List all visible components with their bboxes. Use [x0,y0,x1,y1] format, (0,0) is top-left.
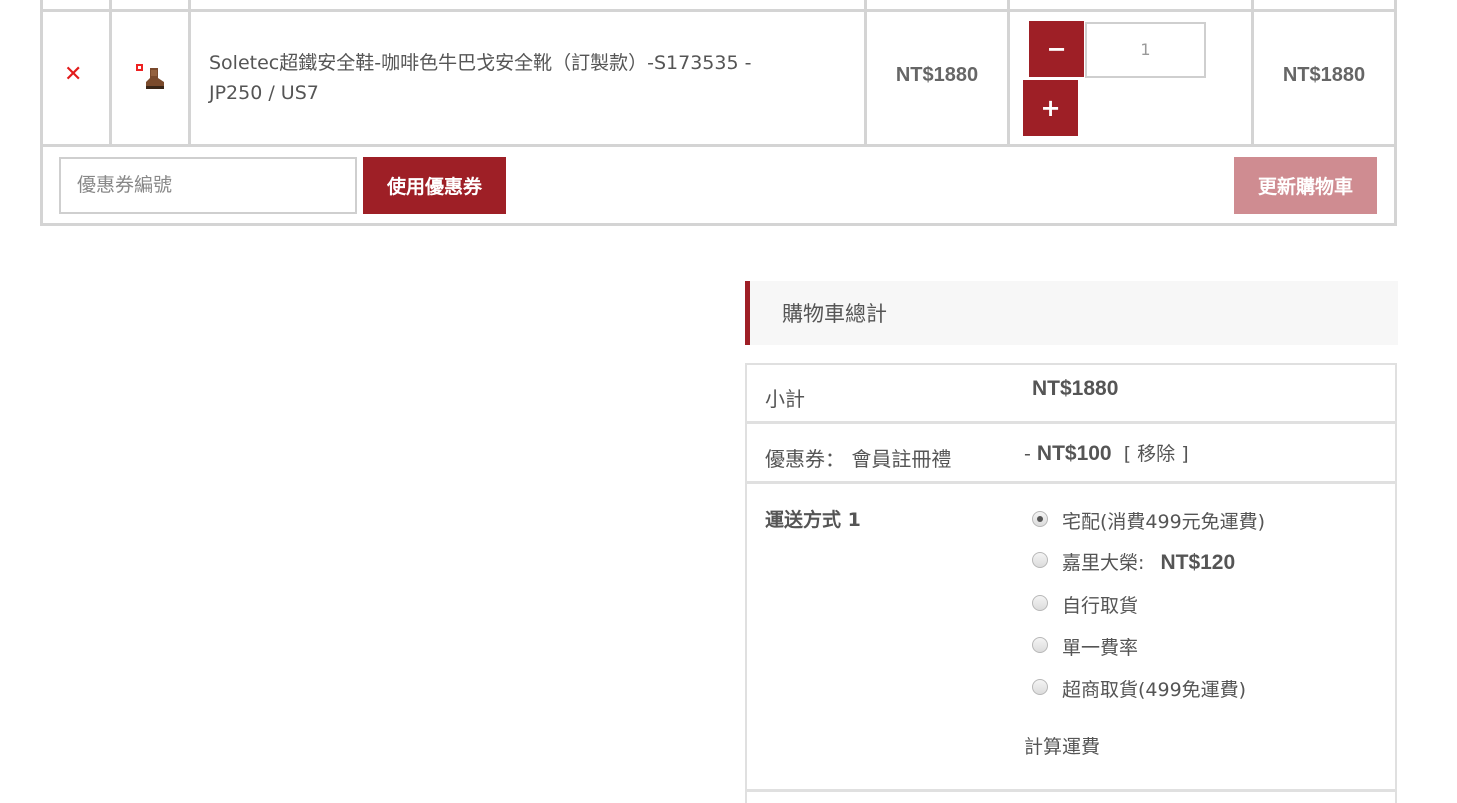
radio-icon[interactable] [1032,678,1048,695]
product-name-link[interactable]: Soletec超鐵安全鞋-咖啡色牛巴戈安全靴（訂製款）-S173535 - JP… [209,48,829,108]
product-thumbnail[interactable] [136,62,170,94]
shipping-option-label: 嘉里大榮: [1062,552,1145,574]
shipping-option-label: 宅配(消費499元免運費) [1062,511,1266,533]
product-name-line-1: Soletec超鐵安全鞋-咖啡色牛巴戈安全靴（訂製款）-S173535 - [209,52,752,74]
table-border-left [40,0,43,226]
coupon-discount: - NT$100 [ 移除 ] [1024,439,1189,466]
col-divider [188,0,191,147]
radio-icon[interactable] [1032,594,1048,611]
coupon-remove-link[interactable]: [ 移除 ] [1124,443,1189,465]
row-divider [40,144,1397,147]
table-border-right [1394,0,1397,226]
product-name-line-2: JP250 / US7 [209,82,319,104]
coupon-code-input[interactable]: 優惠券編號 [59,157,357,214]
quantity-decrease-button[interactable]: − [1029,21,1084,77]
update-cart-button[interactable]: 更新購物車 [1234,157,1377,214]
unit-price: NT$1880 [895,64,979,86]
quantity-increase-button[interactable]: + [1023,80,1078,136]
shipping-option-home[interactable]: 宅配(消費499元免運費) [1032,507,1265,534]
row-divider [747,421,1397,424]
minus-icon: − [1046,35,1067,63]
row-divider [40,223,1397,226]
shipping-option-label: 自行取貨 [1062,595,1139,617]
coupon-placeholder: 優惠券編號 [77,174,173,196]
calculate-shipping-link[interactable]: 計算運費 [1024,732,1100,759]
shipping-option-flat-rate[interactable]: 單一費率 [1032,633,1138,660]
radio-icon[interactable] [1032,636,1048,653]
shipping-option-pickup[interactable]: 自行取貨 [1032,591,1138,618]
subtotal-value: NT$1880 [1032,377,1119,400]
row-divider [747,789,1397,792]
col-divider [1007,0,1010,147]
coupon-prefix: - [1024,443,1031,465]
radio-icon[interactable] [1032,551,1048,568]
shipping-option-label: 單一費率 [1062,637,1139,659]
cart-table: ✕ Soletec超鐵安全鞋-咖啡色牛巴戈安全靴（訂製款）-S173535 - … [40,0,1397,226]
plus-icon: + [1040,94,1061,122]
subtotal-label: 小計 [765,387,805,411]
row-divider [40,9,1397,12]
shipping-option-store-pickup[interactable]: 超商取貨(499免運費) [1032,675,1246,702]
shipping-option-price: NT$120 [1160,551,1236,574]
coupon-value: NT$100 [1036,442,1112,465]
shipping-label: 運送方式 1 [765,509,861,531]
shipping-option-kerry[interactable]: 嘉里大榮: NT$120 [1032,548,1235,575]
remove-item-icon[interactable]: ✕ [64,64,82,86]
line-subtotal: NT$1880 [1282,64,1366,86]
col-divider [109,0,112,147]
boot-image [136,64,164,89]
row-divider [747,481,1397,484]
shipping-option-label: 超商取貨(499免運費) [1062,679,1247,701]
cart-totals-table: 小計 NT$1880 優惠券： 會員註冊禮 - NT$100 [ 移除 ] 運送… [745,363,1397,803]
cart-totals-title: 購物車總計 [745,281,1398,345]
coupon-label: 優惠券： 會員註冊禮 [765,447,952,471]
radio-checked-icon[interactable] [1032,510,1048,527]
apply-coupon-button[interactable]: 使用優惠券 [363,157,506,214]
quantity-input[interactable]: 1 [1085,22,1206,78]
